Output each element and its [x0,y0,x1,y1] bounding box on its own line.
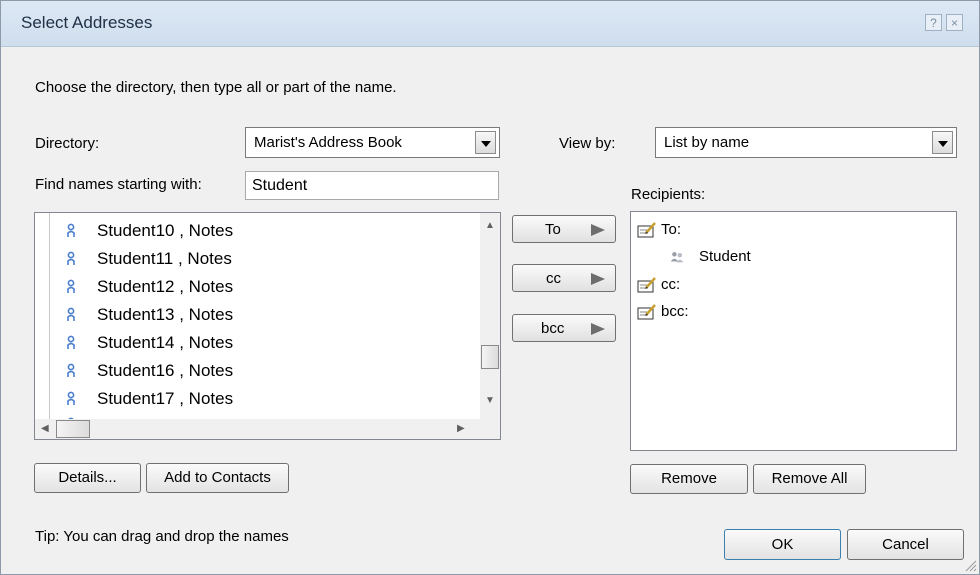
scroll-up-icon[interactable]: ▲ [485,221,495,231]
cancel-button[interactable]: Cancel [847,529,964,560]
tip-text: Tip: You can drag and drop the names [35,528,289,545]
view-by-dropdown[interactable]: List by name [655,127,957,158]
person-icon [67,251,75,265]
person-icon [67,279,75,293]
instructions-text: Choose the directory, then type all or p… [35,79,397,96]
cc-button[interactable]: cc [512,264,616,292]
address-card-icon [637,277,656,293]
help-button[interactable]: ? [925,14,942,31]
address-card-icon [637,304,656,320]
chevron-down-icon[interactable] [475,131,496,154]
address-card-icon [637,222,656,238]
horizontal-scroll-thumb[interactable] [56,420,90,438]
find-names-label: Find names starting with: [35,176,202,193]
view-by-label: View by: [559,135,616,152]
find-names-input[interactable]: Student [245,171,499,200]
names-list[interactable]: Student10 , Notes Student11 , Notes Stud… [34,212,501,440]
remove-all-button[interactable]: Remove All [753,464,866,494]
to-button[interactable]: To [512,215,616,243]
bcc-button[interactable]: bcc [512,314,616,342]
scroll-right-icon[interactable]: ▶ [457,424,465,434]
chevron-down-icon[interactable] [932,131,953,154]
group-icon [670,252,684,263]
directory-label: Directory: [35,135,100,152]
vertical-scroll-thumb[interactable] [481,345,499,369]
scroll-left-icon[interactable]: ◀ [41,424,49,434]
select-addresses-dialog: Select Addresses ? × Choose the director… [0,0,980,575]
person-icon [67,363,75,377]
names-horizontal-scrollbar[interactable]: ◀ ▶ [35,419,480,439]
tree-guide-line [49,213,50,421]
person-icon [67,223,75,237]
window-title: Select Addresses [21,13,153,32]
person-icon [67,307,75,321]
title-bar[interactable]: Select Addresses ? × [1,1,979,47]
details-button[interactable]: Details... [34,463,141,493]
scroll-corner [480,419,500,439]
arrow-right-icon [591,273,605,285]
arrow-right-icon [591,323,605,335]
add-to-contacts-button[interactable]: Add to Contacts [146,463,289,493]
person-icon [67,335,75,349]
arrow-right-icon [591,224,605,236]
directory-value: Marist's Address Book [254,134,402,151]
resize-grip-icon[interactable] [963,558,977,572]
names-vertical-scrollbar[interactable]: ▲ ▼ [480,213,500,419]
person-icon [67,391,75,405]
close-button[interactable]: × [946,14,963,31]
recipients-label: Recipients: [631,186,706,203]
find-names-value: Student [252,177,308,194]
ok-button[interactable]: OK [724,529,841,560]
remove-button[interactable]: Remove [630,464,748,494]
recipients-list[interactable]: To: Student cc: bcc: [630,211,957,451]
view-by-value: List by name [664,134,750,151]
directory-dropdown[interactable]: Marist's Address Book [245,127,500,158]
scroll-down-icon[interactable]: ▼ [485,396,495,406]
